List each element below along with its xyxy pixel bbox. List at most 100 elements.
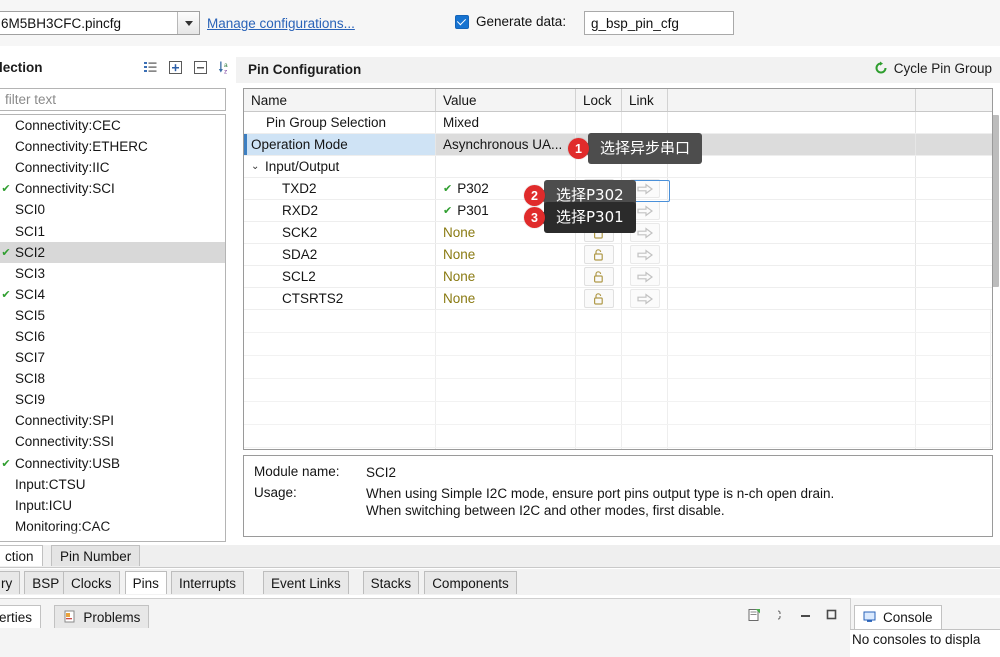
tree-item-connectivity-usb[interactable]: ✔ Connectivity:USB	[0, 453, 225, 474]
tree-item-input-ctsu[interactable]: Input:CTSU	[0, 474, 225, 495]
chevron-down-icon[interactable]	[177, 12, 199, 34]
table-row[interactable]: Pin Group Selection Mixed	[244, 112, 992, 134]
tab-label: Components	[432, 575, 509, 591]
cell-extra-1	[668, 134, 916, 155]
cell-empty	[576, 356, 622, 378]
column-header-value[interactable]: Value	[436, 89, 576, 111]
tab-pin-number[interactable]: Pin Number	[51, 545, 141, 566]
lock-icon[interactable]	[583, 289, 614, 308]
tree-item-sci2[interactable]: ✔ SCI2	[0, 241, 225, 263]
cycle-pin-group-button[interactable]: Cycle Pin Group	[874, 61, 992, 76]
tree-fade	[0, 529, 225, 541]
tree-item-sci3[interactable]: SCI3	[0, 263, 225, 284]
lock-icon[interactable]	[583, 245, 614, 264]
tree-item-sci4[interactable]: ✔ SCI4	[0, 284, 225, 305]
column-header-lock[interactable]: Lock	[576, 89, 622, 111]
cell-lock[interactable]	[576, 288, 622, 309]
tree-item-sci6[interactable]: SCI6	[0, 326, 225, 347]
tree-item-sci0[interactable]: SCI0	[0, 199, 225, 220]
tree-item-sci5[interactable]: SCI5	[0, 305, 225, 326]
tab-bsp[interactable]: BSP	[24, 571, 68, 594]
tab-event-links[interactable]: Event Links	[263, 571, 349, 594]
generate-data-input[interactable]: g_bsp_pin_cfg	[584, 11, 734, 35]
manage-configurations-link[interactable]: Manage configurations...	[207, 16, 355, 31]
tab-pins[interactable]: Pins	[124, 571, 167, 594]
cell-empty	[576, 425, 622, 447]
tree-item-sci8[interactable]: SCI8	[0, 368, 225, 389]
link-arrow-icon[interactable]	[629, 289, 660, 308]
upper-tab-bar	[0, 545, 1000, 568]
tab-erties[interactable]: erties	[0, 605, 42, 628]
cell-lock[interactable]	[576, 244, 622, 265]
cell-value[interactable]: None	[436, 288, 576, 309]
tree-item-sci9[interactable]: SCI9	[0, 389, 225, 410]
tab-ry[interactable]: ry	[0, 571, 21, 594]
tree-item-connectivity-iic[interactable]: Connectivity:IIC	[0, 157, 225, 178]
row-name-label: RXD2	[282, 203, 319, 218]
callout-1-badge: 1	[568, 138, 589, 159]
cell-link[interactable]	[622, 288, 668, 309]
table-row[interactable]: CTSRTS2 None	[244, 288, 992, 310]
table-empty-row	[244, 448, 992, 449]
pincfg-file-value: 6M5BH3CFC.pincfg	[1, 15, 122, 31]
new-view-icon[interactable]	[747, 608, 762, 623]
link-arrow-icon[interactable]	[629, 245, 660, 264]
maximize-icon[interactable]	[825, 608, 840, 623]
chevron-down-icon[interactable]: ⌄	[251, 161, 261, 172]
tree-item-input-icu[interactable]: Input:ICU	[0, 495, 225, 516]
tree-item-connectivity-etherc[interactable]: Connectivity:ETHERC	[0, 136, 225, 157]
cell-extra-1	[668, 244, 916, 265]
tab-label: Pin Number	[60, 548, 132, 564]
link-arrow-icon[interactable]	[629, 267, 660, 286]
tree-item-sci7[interactable]: SCI7	[0, 347, 225, 368]
cell-link[interactable]	[622, 266, 668, 287]
cell-empty	[576, 310, 622, 332]
expand-all-icon[interactable]	[168, 60, 183, 75]
table-row[interactable]: SCL2 None	[244, 266, 992, 288]
pin-selection-tree[interactable]: Connectivity:CEC Connectivity:ETHERC Conne…	[0, 114, 226, 542]
tree-item-connectivity-ssi[interactable]: Connectivity:SSI	[0, 431, 225, 452]
pincfg-file-combo[interactable]: 6M5BH3CFC.pincfg	[0, 11, 200, 35]
callout-3-badge: 3	[524, 207, 545, 228]
tab-ction[interactable]: ction	[0, 545, 43, 566]
cell-value[interactable]: None	[436, 266, 576, 287]
tree-item-connectivity-cec[interactable]: Connectivity:CEC	[0, 115, 225, 136]
tab-label: Interrupts	[179, 575, 237, 591]
tab-label: Stacks	[370, 575, 412, 591]
tree-item-sci1[interactable]: SCI1	[0, 220, 225, 241]
sort-az-icon[interactable]: a z	[218, 60, 233, 76]
tree-item-label: Input:CTSU	[15, 476, 86, 492]
list-view-icon[interactable]	[143, 60, 158, 75]
cell-link[interactable]	[622, 244, 668, 265]
cell-empty	[622, 425, 668, 447]
row-name-label: TXD2	[282, 181, 317, 196]
cell-lock[interactable]	[576, 266, 622, 287]
minimize-icon[interactable]	[799, 608, 814, 623]
column-header-link[interactable]: Link	[622, 89, 668, 111]
generate-data-checkbox[interactable]	[455, 14, 469, 29]
tab-clocks[interactable]: Clocks	[63, 571, 120, 594]
collapse-all-icon[interactable]	[193, 60, 208, 75]
tab-problems[interactable]: Problems	[54, 605, 150, 628]
column-header-name[interactable]: Name	[244, 89, 436, 111]
column-header-extra-2[interactable]	[916, 89, 991, 111]
tab-console[interactable]: Console	[854, 605, 942, 629]
cell-empty	[576, 379, 622, 401]
tab-interrupts[interactable]: Interrupts	[171, 571, 245, 594]
link-views-icon[interactable]	[773, 608, 788, 623]
lock-icon[interactable]	[583, 267, 614, 286]
tree-item-label: Connectivity:SCI	[15, 181, 115, 197]
column-header-extra-1[interactable]	[668, 89, 916, 111]
tab-stacks[interactable]: Stacks	[362, 571, 420, 594]
table-row[interactable]: SDA2 None	[244, 244, 992, 266]
cell-value[interactable]: None	[436, 244, 576, 265]
filter-input[interactable]: filter text	[0, 88, 226, 111]
cell-value[interactable]: Mixed	[436, 112, 576, 133]
module-detail-panel: Module name: SCI2 Usage: When using Simp…	[243, 455, 993, 537]
cell-value[interactable]	[436, 156, 576, 177]
row-value-label: None	[443, 225, 476, 240]
cell-value[interactable]: Asynchronous UA...	[436, 134, 576, 155]
tab-components[interactable]: Components	[424, 571, 517, 594]
tree-item-connectivity-spi[interactable]: Connectivity:SPI	[0, 410, 225, 431]
tree-item-connectivity-sci[interactable]: ✔ Connectivity:SCI	[0, 178, 225, 199]
